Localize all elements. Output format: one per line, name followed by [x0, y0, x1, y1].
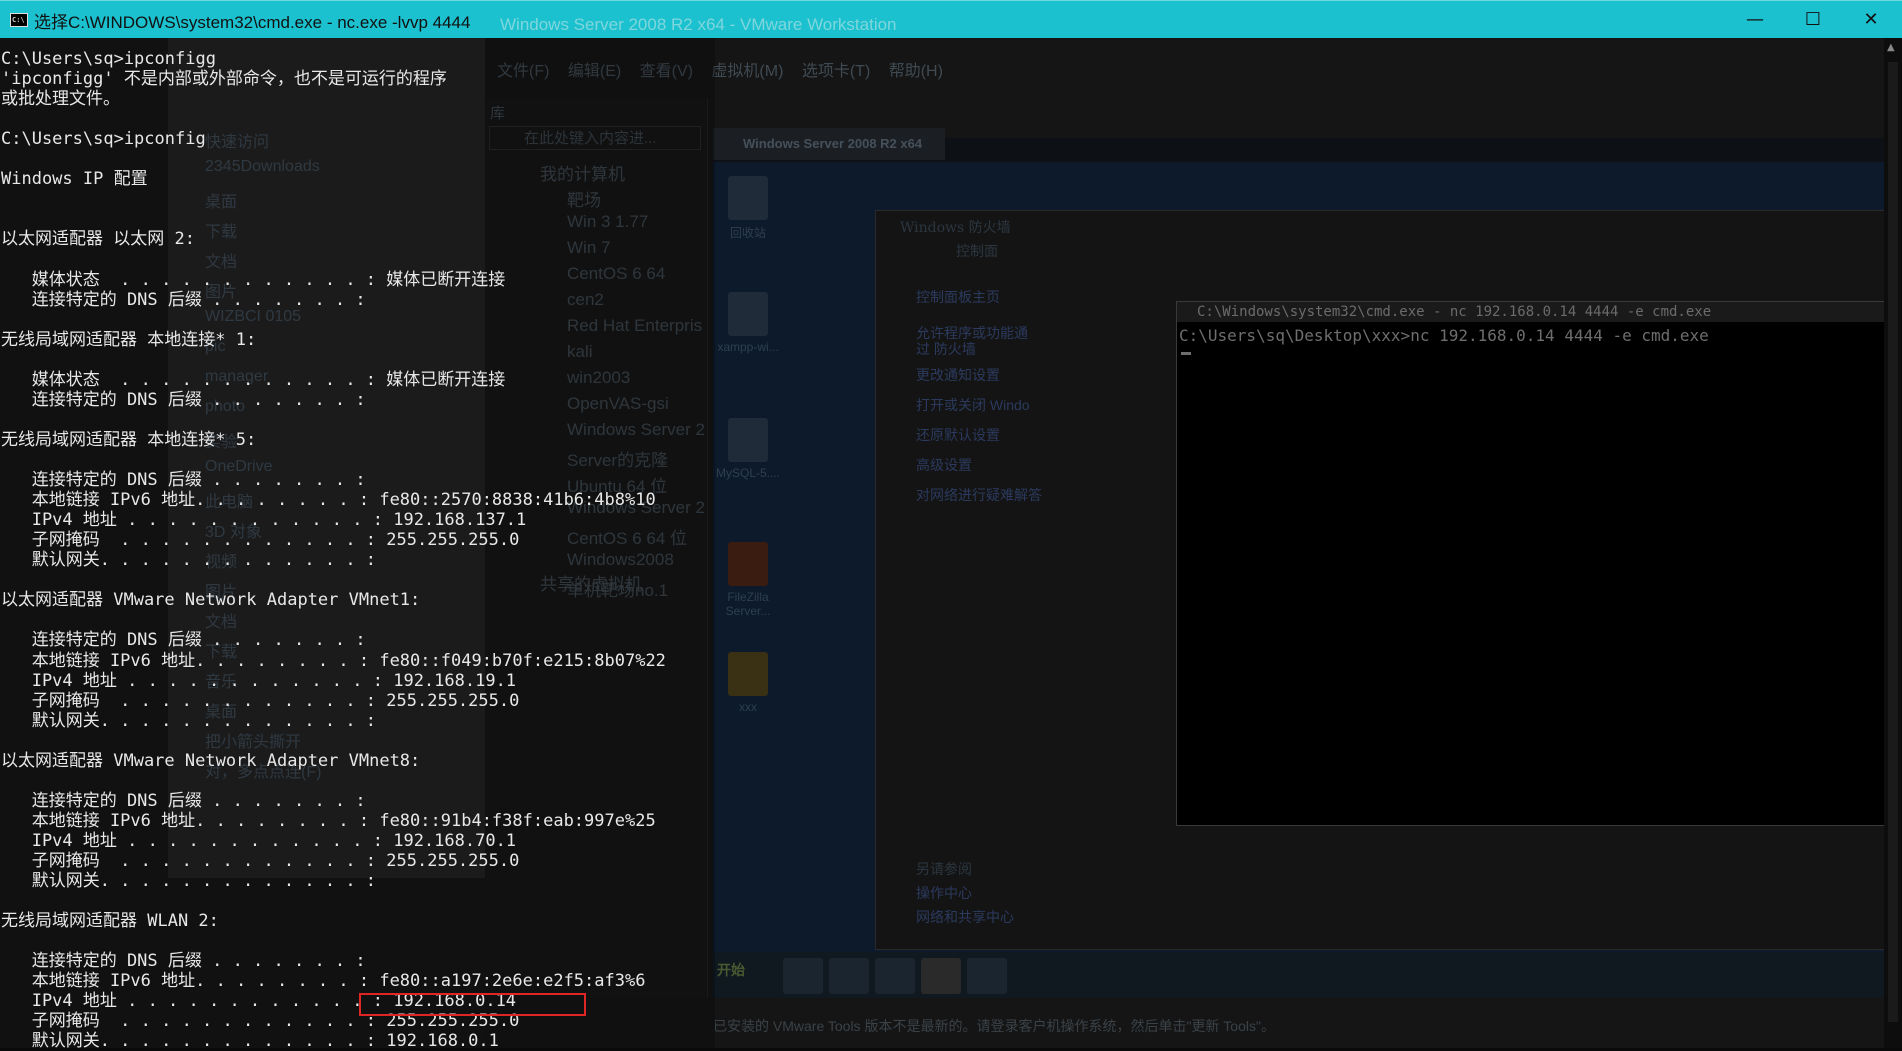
- vm-tab[interactable]: Windows Server 2008 R2 x64: [713, 128, 945, 160]
- firewall-window: Windows 防火墙 控制面 控制面板主页 允许程序或功能通过 防火墙 更改通…: [875, 210, 1902, 950]
- cmd-line: 本地链接 IPv6 地址. . . . . . . . : fe80::f049…: [1, 650, 666, 671]
- cmd-line: 本地链接 IPv6 地址. . . . . . . . : fe80::2570…: [1, 490, 656, 511]
- taskbar-cmd-icon[interactable]: [921, 958, 961, 994]
- cmd-line: C:\Users\sq>ipconfig: [1, 129, 206, 150]
- firewall-breadcrumb: 控制面: [956, 243, 998, 259]
- guest-cmd-window[interactable]: C:\Windows\system32\cmd.exe - nc 192.168…: [1176, 301, 1902, 826]
- guest-cmd-line: C:\Users\sq\Desktop\xxx>nc 192.168.0.14 …: [1179, 326, 1709, 345]
- cmd-line: 子网掩码 . . . . . . . . . . . . : 255.255.2…: [1, 851, 520, 871]
- start-button[interactable]: 开始: [717, 960, 745, 980]
- see-also-network-center[interactable]: 网络和共享中心: [916, 907, 1014, 927]
- minimize-button[interactable]: —: [1726, 1, 1784, 39]
- guest-cmd-cursor: [1181, 352, 1191, 355]
- cmd-line: 以太网适配器 VMware Network Adapter VMnet1:: [1, 590, 421, 611]
- cmd-line: IPv4 地址 . . . . . . . . . . . . : 192.16…: [1, 830, 517, 851]
- scroll-up-icon[interactable]: ▲: [1887, 42, 1895, 53]
- cmd-line: 子网掩码 . . . . . . . . . . . . : 255.255.2…: [1, 690, 520, 711]
- cmd-line: 连接特定的 DNS 后缀 . . . . . . . :: [1, 470, 366, 491]
- cmd-line: 连接特定的 DNS 后缀 . . . . . . . :: [1, 951, 366, 972]
- filezilla-icon[interactable]: FileZilla Server...: [713, 542, 783, 618]
- fw-link-home[interactable]: 控制面板主页: [916, 287, 1000, 307]
- cmd-line: 以太网适配器 VMware Network Adapter VMnet8:: [1, 750, 421, 771]
- fw-link-restore[interactable]: 还原默认设置: [916, 425, 1000, 445]
- cmd-line: IPv4 地址 . . . . . . . . . . . . : 192.16…: [1, 510, 527, 531]
- scrollbar-thumb[interactable]: [1888, 62, 1898, 1022]
- fw-link-notify[interactable]: 更改通知设置: [916, 365, 1000, 385]
- taskbar-server-manager-icon[interactable]: [783, 958, 823, 994]
- cmd-line: Windows IP 配置: [1, 169, 148, 190]
- cmd-line: 子网掩码 . . . . . . . . . . . . : 255.255.2…: [1, 530, 520, 551]
- cmd-line: 或批处理文件。: [1, 89, 120, 110]
- taskbar-explorer-icon[interactable]: [875, 958, 915, 994]
- cmd-line: 媒体状态 . . . . . . . . . . . . : 媒体已断开连接: [1, 269, 506, 290]
- cmd-line: 'ipconfigg' 不是内部或外部命令，也不是可运行的程序: [1, 69, 447, 90]
- vmware-status-bar: 已安装的 VMware Tools 版本不是最新的。请登录客户机操作系统，然后单…: [713, 1018, 1275, 1034]
- cmd-line: 默认网关. . . . . . . . . . . . . :: [1, 710, 377, 731]
- cmd-line: 默认网关. . . . . . . . . . . . . : 192.168.…: [1, 1031, 499, 1051]
- vm-guest-screen[interactable]: Windows Server 2008 R2 x64 回收站 xampp-wi.…: [713, 128, 1902, 998]
- cmd-line: 媒体状态 . . . . . . . . . . . . : 媒体已断开连接: [1, 369, 506, 390]
- cmd-line: 默认网关. . . . . . . . . . . . . :: [1, 871, 377, 892]
- ipv4-highlight-box: [359, 993, 586, 1016]
- maximize-button[interactable]: ☐: [1784, 1, 1842, 39]
- taskbar-network-icon[interactable]: [967, 958, 1007, 994]
- cmd-line: IPv4 地址 . . . . . . . . . . . . : 192.16…: [1, 670, 517, 691]
- cmd-line: 以太网适配器 以太网 2:: [1, 229, 195, 250]
- fw-link-advanced[interactable]: 高级设置: [916, 455, 972, 475]
- cmd-line: 连接特定的 DNS 后缀 . . . . . . . :: [1, 389, 366, 410]
- window-titlebar[interactable]: C:\ 选择C:\WINDOWS\system32\cmd.exe - nc.e…: [0, 0, 1902, 38]
- see-also-title: 另请参阅: [916, 861, 972, 877]
- cmd-icon: C:\: [10, 13, 28, 27]
- cmd-line: 本地链接 IPv6 地址. . . . . . . . : fe80::a197…: [1, 971, 646, 992]
- guest-taskbar: 开始: [713, 952, 1902, 998]
- taskbar-powershell-icon[interactable]: [829, 958, 869, 994]
- cmd-line: C:\Users\sq>ipconfigg: [1, 49, 216, 69]
- cmd-line: 连接特定的 DNS 后缀 . . . . . . . :: [1, 289, 366, 310]
- fw-link-troubleshoot[interactable]: 对网络进行疑难解答: [916, 485, 1042, 505]
- cmd-line: 无线局域网适配器 WLAN 2:: [1, 911, 219, 932]
- cmd-line: 本地链接 IPv6 地址. . . . . . . . : fe80::91b4…: [1, 810, 656, 831]
- folder-icon[interactable]: xxx: [713, 652, 783, 714]
- window-title: 选择C:\WINDOWS\system32\cmd.exe - nc.exe -…: [34, 13, 471, 32]
- fw-link-toggle[interactable]: 打开或关闭 Windo: [916, 395, 1030, 415]
- guest-cmd-title: C:\Windows\system32\cmd.exe - nc 192.168…: [1177, 302, 1902, 322]
- guest-desktop: 回收站 xampp-wi... MySQL-5.... FileZilla Se…: [713, 162, 1902, 952]
- cmd-line: 默认网关. . . . . . . . . . . . . :: [1, 550, 377, 571]
- fw-link-allow[interactable]: 允许程序或功能通过 防火墙: [916, 325, 1036, 357]
- background-window-title: Windows Server 2008 R2 x64 - VMware Work…: [500, 15, 897, 34]
- close-button[interactable]: ✕: [1842, 1, 1900, 39]
- recycle-bin-icon[interactable]: 回收站: [713, 176, 783, 241]
- mysql-icon[interactable]: MySQL-5....: [713, 418, 783, 480]
- cmd-line: 连接特定的 DNS 后缀 . . . . . . . :: [1, 790, 366, 811]
- firewall-title: Windows 防火墙: [900, 220, 1011, 236]
- cmd-line: 无线局域网适配器 本地连接* 5:: [1, 429, 257, 450]
- cmd-line: 连接特定的 DNS 后缀 . . . . . . . :: [1, 630, 366, 651]
- see-also-action-center[interactable]: 操作中心: [916, 883, 972, 903]
- cmd-line: 无线局域网适配器 本地连接* 1:: [1, 329, 257, 350]
- xampp-icon[interactable]: xampp-wi...: [713, 292, 783, 354]
- cmd-output[interactable]: C:\Users\sq>ipconfigg'ipconfigg' 不是内部或外部…: [0, 38, 715, 1051]
- vertical-scrollbar[interactable]: ▲: [1884, 38, 1902, 1048]
